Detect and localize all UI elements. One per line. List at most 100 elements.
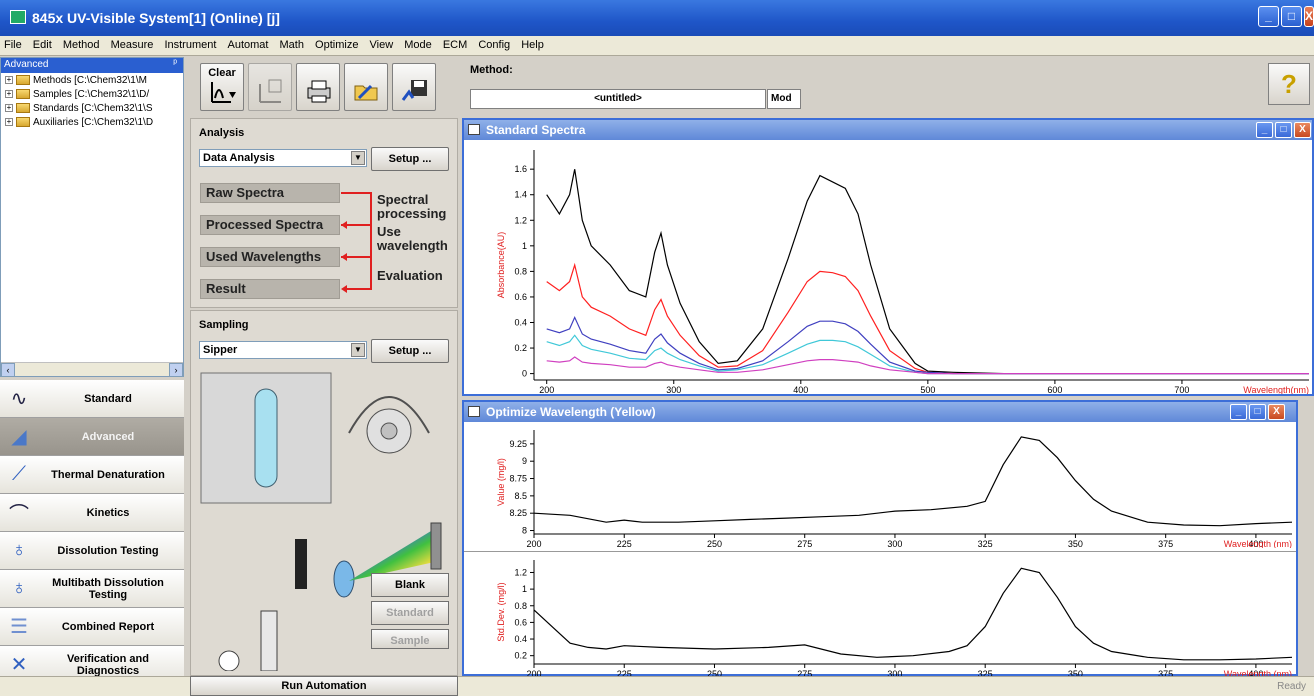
spectra-chart[interactable]: 200 300 400 500 600 700 0 0.2 0.4 0.6 0.8 1 1.2 1.4 1.…: [464, 140, 1312, 395]
optimize-wavelength-window: Optimize Wavelength (Yellow) _ □ X 200 22…: [462, 400, 1298, 679]
x-tick-label: 600: [1047, 385, 1062, 394]
print-button[interactable]: [296, 63, 340, 111]
maximize-button[interactable]: □: [1281, 6, 1302, 27]
y-tick-label: 8.75: [509, 474, 527, 484]
menu-config[interactable]: Config: [474, 36, 514, 51]
chevron-down-icon[interactable]: ▼: [351, 151, 365, 165]
thermometer-icon: ⟋: [12, 463, 26, 485]
step-result[interactable]: Result: [200, 279, 340, 299]
y-tick-label: 1: [522, 241, 527, 251]
x-tick-label: 200: [526, 539, 541, 548]
save-button[interactable]: [392, 63, 436, 111]
y-tick-label: 1.6: [514, 164, 527, 174]
tree-item-label: Samples [C:\Chem32\1\D/: [33, 88, 150, 100]
scroll-left-icon[interactable]: ‹: [1, 363, 15, 377]
minimize-button[interactable]: _: [1258, 6, 1279, 27]
y-tick-label: 0.2: [514, 651, 527, 661]
tree-item-samples[interactable]: + Samples [C:\Chem32\1\D/: [1, 87, 183, 101]
x-tick-label: 200: [539, 385, 554, 394]
y-tick-label: 1.2: [514, 215, 527, 225]
nav-thermal-denaturation[interactable]: ⟋ Thermal Denaturation: [0, 456, 184, 494]
pin-icon[interactable]: ᵖ: [173, 58, 177, 69]
expand-icon[interactable]: +: [5, 76, 13, 84]
chevron-down-icon[interactable]: ▼: [351, 343, 365, 357]
tree-item-auxiliaries[interactable]: + Auxiliaries [C:\Chem32\1\D: [1, 115, 183, 129]
menu-instrument[interactable]: Instrument: [160, 36, 220, 51]
nav-standard[interactable]: ∿ Standard: [0, 380, 184, 418]
menu-view[interactable]: View: [366, 36, 398, 51]
curve-icon: ⌒: [9, 504, 29, 526]
method-mod-indicator: Mod: [767, 89, 801, 109]
open-button[interactable]: [344, 63, 388, 111]
run-automation-button[interactable]: Run Automation: [190, 676, 458, 696]
nav-dissolution-testing[interactable]: ♁ Dissolution Testing: [0, 532, 184, 570]
step-raw-spectra[interactable]: Raw Spectra: [200, 183, 340, 203]
maximize-button[interactable]: □: [1249, 404, 1266, 420]
y-axis-label: Value (mg/l): [496, 458, 506, 506]
y-axis-label: Absorbance(AU): [496, 232, 506, 299]
menu-optimize[interactable]: Optimize: [311, 36, 362, 51]
sampling-setup-button[interactable]: Setup ...: [371, 339, 449, 363]
close-button[interactable]: X: [1294, 122, 1311, 138]
menu-mode[interactable]: Mode: [400, 36, 436, 51]
menu-bar: File Edit Method Measure Instrument Auto…: [0, 36, 1314, 56]
report-icon: ☰: [10, 616, 28, 638]
folder-icon: [16, 117, 30, 127]
menu-ecm[interactable]: ECM: [439, 36, 471, 51]
help-button[interactable]: ?: [1268, 63, 1310, 105]
standard-button[interactable]: Standard: [371, 601, 449, 625]
expand-icon[interactable]: +: [5, 104, 13, 112]
x-axis-label: Wavelength(nm): [1243, 385, 1309, 394]
menu-measure[interactable]: Measure: [107, 36, 158, 51]
nav-kinetics[interactable]: ⌒ Kinetics: [0, 494, 184, 532]
y-tick-label: 9: [522, 456, 527, 466]
menu-edit[interactable]: Edit: [29, 36, 56, 51]
analysis-label: Analysis: [199, 127, 245, 139]
clear-graph-icon: [211, 82, 236, 103]
scroll-right-icon[interactable]: ›: [169, 363, 183, 377]
nav-combined-report[interactable]: ☰ Combined Report: [0, 608, 184, 646]
nav-advanced[interactable]: ◢ Advanced: [0, 418, 184, 456]
y-tick-label: 1: [522, 584, 527, 594]
menu-math[interactable]: Math: [276, 36, 308, 51]
menu-automat[interactable]: Automat: [223, 36, 272, 51]
sample-button[interactable]: Sample: [371, 629, 449, 649]
analysis-setup-button[interactable]: Setup ...: [371, 147, 449, 171]
export-graph-button[interactable]: [248, 63, 292, 111]
step-processed-spectra[interactable]: Processed Spectra: [200, 215, 340, 235]
menu-help[interactable]: Help: [517, 36, 548, 51]
optimize-value-chart[interactable]: 200 225 250 275 300 325 350 375 40088.258.58.759…: [464, 422, 1296, 549]
minimize-button[interactable]: _: [1256, 122, 1273, 138]
title-bar: 845x UV-Visible System[1] (Online) [j] _…: [0, 0, 1314, 36]
expand-icon[interactable]: +: [5, 90, 13, 98]
close-button[interactable]: X: [1304, 6, 1314, 27]
sampling-label: Sampling: [199, 319, 249, 331]
menu-file[interactable]: File: [0, 36, 26, 51]
x-tick-label: 375: [1158, 539, 1173, 548]
clear-button[interactable]: Clear: [200, 63, 244, 111]
y-tick-label: 0.6: [514, 617, 527, 627]
open-folder-icon: [354, 84, 378, 101]
optimize-stddev-chart[interactable]: 200 225 250 275 300 325 350 375 4000.20.40.60.81…: [464, 551, 1296, 679]
minimize-button[interactable]: _: [1230, 404, 1247, 420]
x-tick-label: 300: [666, 385, 681, 394]
waveform-icon: ∿: [10, 388, 28, 410]
save-disk-icon: [401, 80, 427, 101]
standard-spectra-caption: Standard Spectra _ □ X: [464, 120, 1312, 140]
menu-method[interactable]: Method: [59, 36, 104, 51]
expand-icon[interactable]: +: [5, 118, 13, 126]
blank-button[interactable]: Blank: [371, 573, 449, 597]
nav-multibath-dissolution[interactable]: ♁ Multibath Dissolution Testing: [0, 570, 184, 608]
x-tick-label: 325: [978, 539, 993, 548]
analysis-combo[interactable]: Data Analysis ▼: [199, 149, 367, 167]
close-button[interactable]: X: [1268, 404, 1285, 420]
maximize-button[interactable]: □: [1275, 122, 1292, 138]
tree-item-methods[interactable]: + Methods [C:\Chem32\1\M: [1, 73, 183, 87]
sampling-combo[interactable]: Sipper ▼: [199, 341, 367, 359]
standard-spectra-window: Standard Spectra _ □ X 200 300 400 500 600 70…: [462, 118, 1314, 396]
horizontal-scrollbar[interactable]: ‹ ›: [1, 362, 183, 377]
tree-item-standards[interactable]: + Standards [C:\Chem32\1\S: [1, 101, 183, 115]
step-used-wavelengths[interactable]: Used Wavelengths: [200, 247, 340, 267]
y-tick-label: 0.2: [514, 343, 527, 353]
method-name-field[interactable]: <untitled>: [470, 89, 766, 109]
